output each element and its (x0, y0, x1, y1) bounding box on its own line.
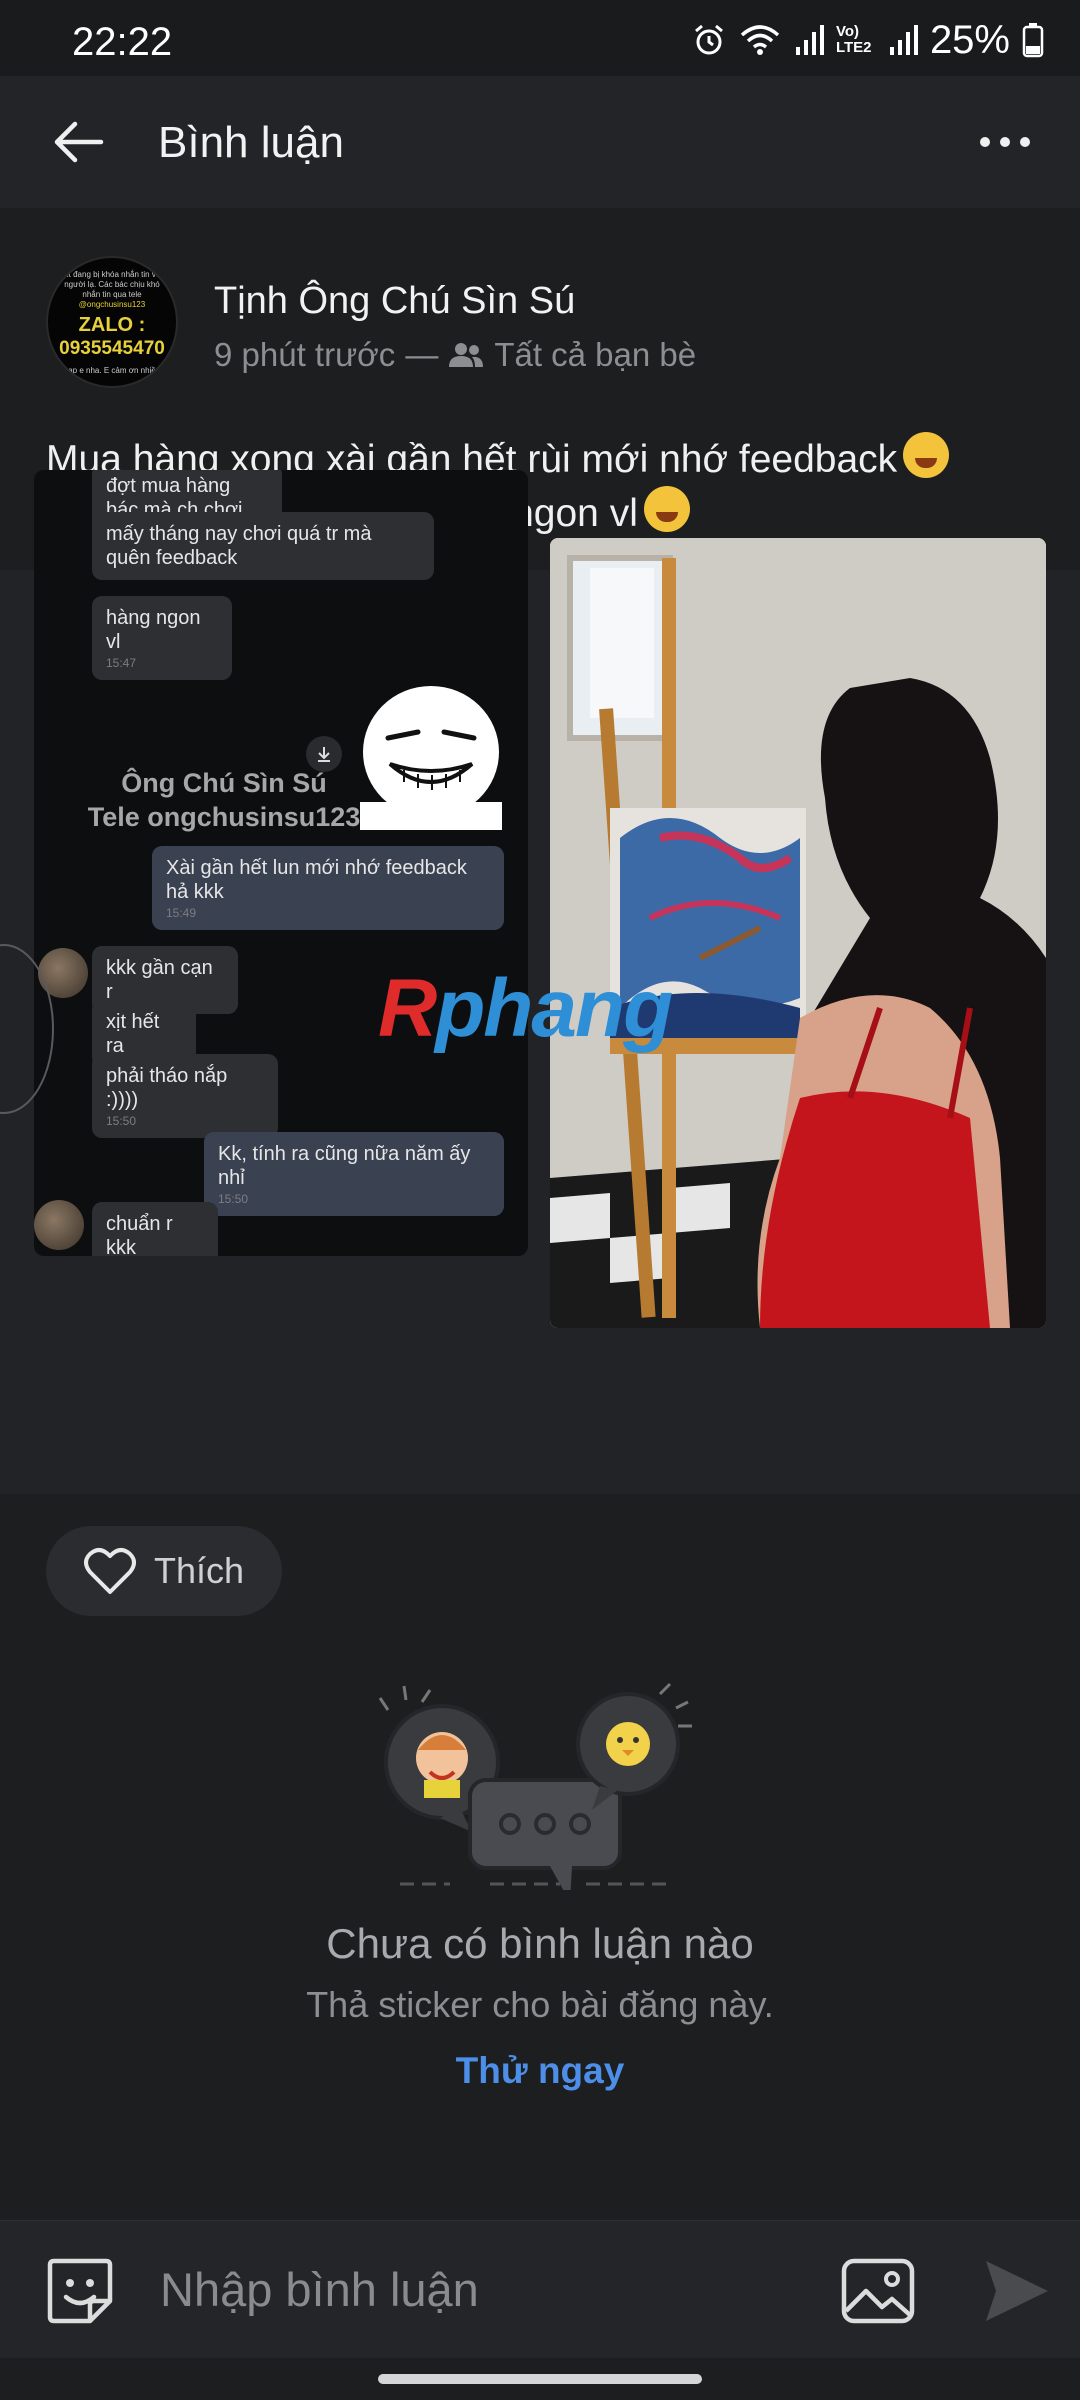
rofl-emoji-icon (903, 432, 950, 478)
avatar-text-zalo: ZALO : (78, 314, 146, 336)
author-name[interactable]: Tịnh Ông Chú Sìn Sú (214, 280, 575, 323)
avatar-text-notice: Nit đang bị khóa nhắn tin với người lạ. … (61, 270, 163, 299)
chat-watermark-tele: Tele ongchusinsu123 (87, 802, 361, 832)
status-bar: 22:22 Vo) LTE2 25% (0, 0, 1080, 76)
post-time: 9 phút trước (214, 336, 396, 373)
chat-bubble: mấy tháng nay chơi quá tr mà quên feedba… (92, 512, 434, 580)
chat-bubble: phải tháo nắp :)))) 15:50 (92, 1054, 278, 1138)
arrow-left-icon (54, 121, 104, 163)
status-icons: Vo) LTE2 25% (692, 18, 1044, 62)
page-title: Bình luận (158, 118, 344, 167)
wifi-icon (740, 25, 780, 55)
comment-input-bar (0, 2220, 1080, 2358)
like-label: Thích (154, 1550, 245, 1591)
chat-avatar (34, 1200, 84, 1250)
chat-bubble: Xài gần hết lun mới nhớ feedback hả kkk 1… (152, 846, 504, 930)
network-label: Vo) LTE2 (835, 23, 872, 56)
home-indicator[interactable] (378, 2374, 702, 2384)
sticker-button-icon[interactable] (44, 2255, 116, 2327)
avatar-text-handle: @ongchusinsu123 (78, 300, 146, 309)
more-horizontal-icon (980, 137, 1030, 147)
signal-icon-2 (889, 25, 918, 55)
status-time: 22:22 (72, 20, 173, 64)
send-icon[interactable] (980, 2255, 1052, 2327)
no-comments-illustration (378, 1682, 692, 1890)
chat-screenshot-image[interactable]: đợt mua hàng bác mà ch chơi đc mấy tháng… (34, 470, 528, 1256)
avatar-text-thanks: nạp e nha. E cảm ơn nhiều (63, 366, 161, 375)
chat-bubble: hàng ngon vl 15:47 (92, 596, 232, 680)
meta-separator: — (405, 336, 439, 373)
empty-state-subtitle: Thả sticker cho bài đăng này. (306, 1984, 774, 2025)
like-button[interactable]: Thích (46, 1526, 282, 1616)
battery-percent: 25% (929, 17, 1010, 62)
try-now-link[interactable]: Thử ngay (0, 2050, 1080, 2092)
comment-input[interactable] (160, 2249, 800, 2329)
image-picker-icon[interactable] (840, 2255, 916, 2327)
post-privacy: Tất cả bạn bè (494, 336, 697, 373)
more-options-button[interactable] (970, 114, 1040, 170)
download-icon (306, 736, 342, 772)
zany-face-emoji-icon (643, 486, 690, 532)
heart-icon (84, 1548, 136, 1594)
signal-icon (795, 25, 824, 55)
painting-scene-illustration (550, 538, 1046, 1328)
empty-state-title: Chưa có bình luận nào (326, 1920, 754, 1967)
rphang-watermark: Rphang (378, 963, 673, 1054)
system-nav-bar (0, 2358, 1080, 2400)
author-avatar[interactable]: Nit đang bị khóa nhắn tin với người lạ. … (46, 256, 178, 388)
painting-photo-image[interactable] (550, 538, 1046, 1328)
back-button[interactable] (40, 110, 116, 174)
post-meta: 9 phút trước — Tất cả bạn bè (214, 336, 696, 374)
battery-icon (1022, 23, 1044, 58)
chat-bubble: chuẩn r kkk (92, 1202, 218, 1256)
chat-bubble: Kk, tính ra cũng nữa năm ấy nhỉ 15:50 (204, 1132, 504, 1216)
alarm-icon (694, 24, 723, 55)
avatar-text-phone: 0935545470 (59, 338, 165, 359)
friends-icon (449, 343, 484, 367)
app-bar: Bình luận (0, 76, 1080, 208)
post: Nit đang bị khóa nhắn tin với người lạ. … (0, 220, 1080, 1494)
chat-watermark-name: Ông Chú Sìn Sú (121, 768, 327, 798)
